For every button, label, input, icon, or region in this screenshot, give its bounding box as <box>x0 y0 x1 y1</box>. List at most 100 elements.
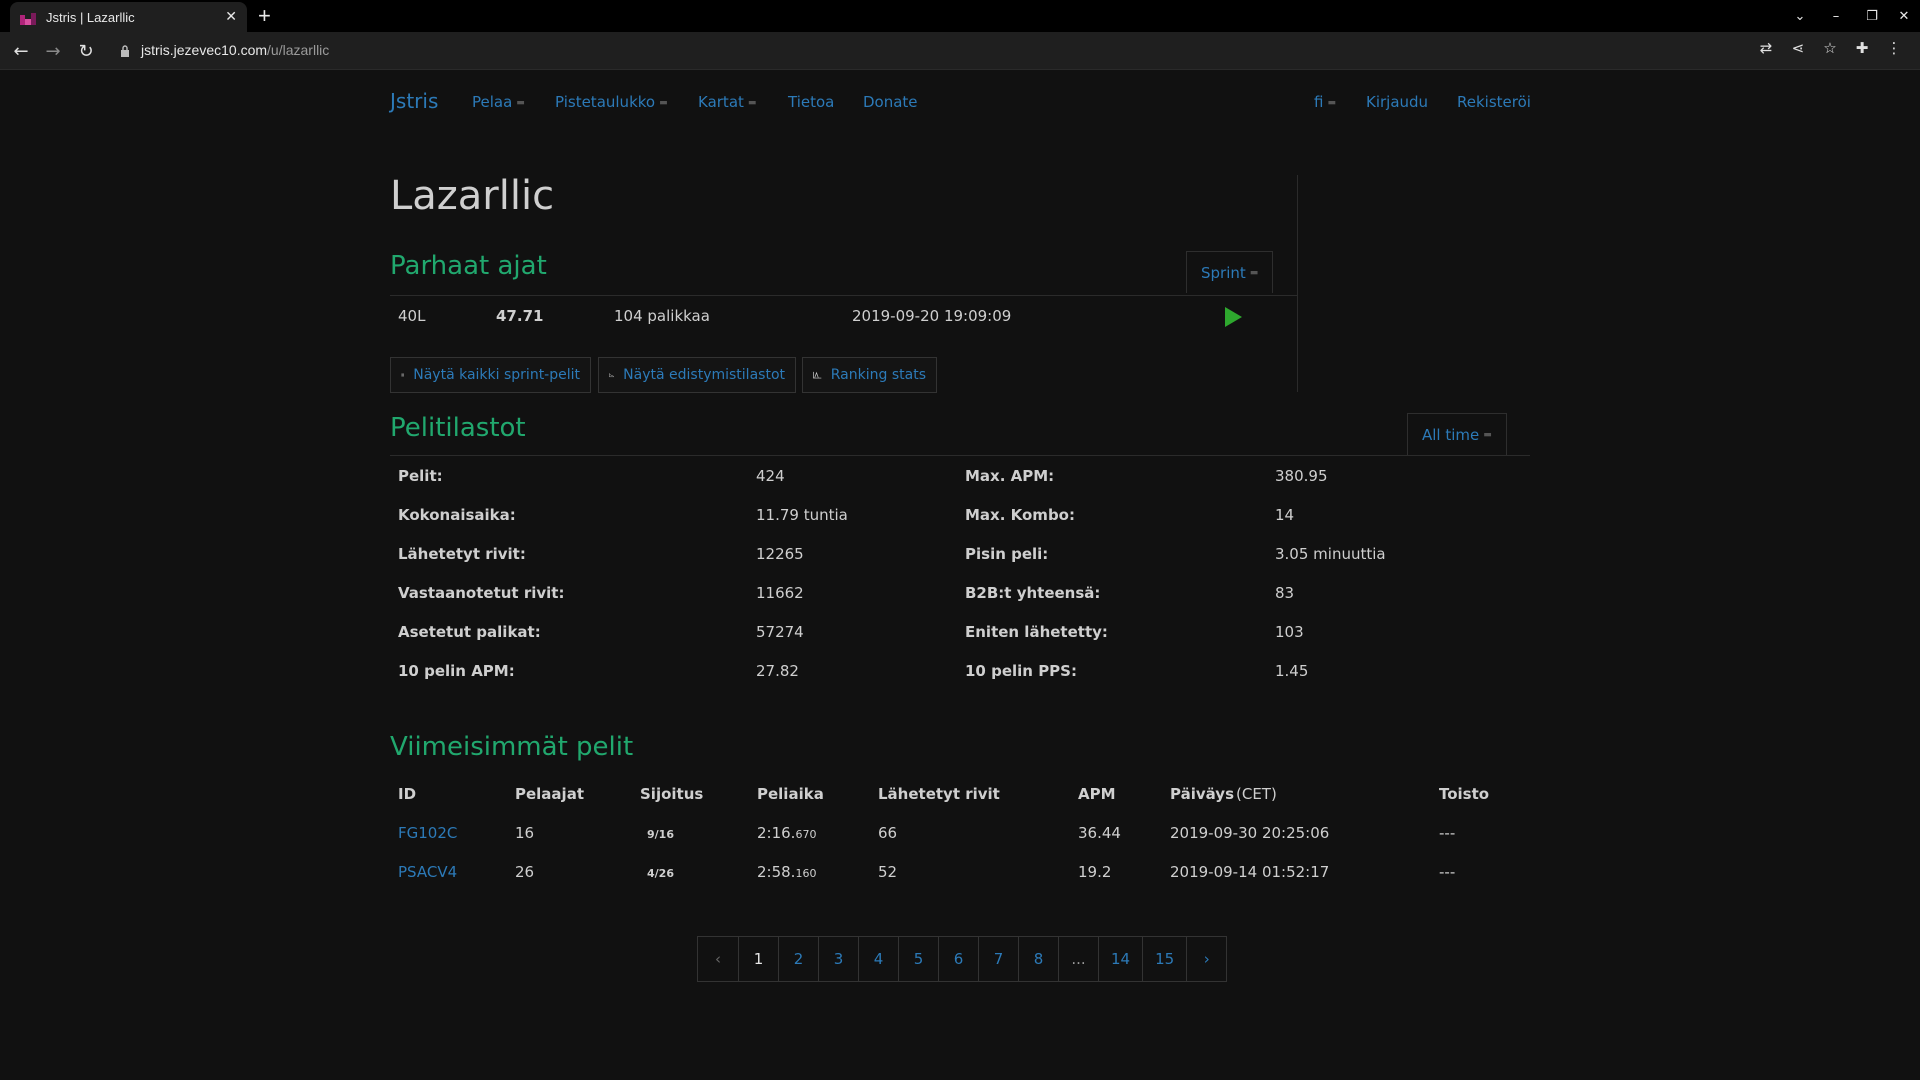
toolbar-icons: ⇄ ⋖ ☆ ✚ ⋮ <box>1750 39 1910 57</box>
restore-icon[interactable]: ❐ <box>1856 9 1888 24</box>
best-date: 2019-09-20 19:09:09 <box>852 307 1012 325</box>
address-bar-url[interactable]: jstris.jezevec10.com/u/lazarllic <box>141 42 329 58</box>
best-time: 47.71 <box>496 307 544 325</box>
nav-about[interactable]: Tietoa <box>788 93 834 111</box>
caret-down-icon: ▬ <box>1327 97 1336 108</box>
nav-maps[interactable]: Kartat ▬ <box>698 93 756 111</box>
game-apm: 19.2 <box>1078 863 1112 881</box>
caret-down-icon: ▬ <box>747 97 757 108</box>
sprint-mode-label: Sprint <box>1201 263 1246 282</box>
game-date: 2019-09-30 20:25:06 <box>1170 824 1330 842</box>
profile-username: Lazarllic <box>390 173 555 219</box>
page-6-button[interactable]: 6 <box>938 937 978 981</box>
stat-label: 10 pelin APM: <box>398 662 515 680</box>
caret-down-icon: ▬ <box>516 97 525 108</box>
page-2-button[interactable]: 2 <box>778 937 818 981</box>
share-icon[interactable]: ⋖ <box>1782 39 1814 57</box>
sprint-mode-select[interactable]: Sprint ▬ <box>1186 251 1274 293</box>
nav-donate[interactable]: Donate <box>863 93 918 111</box>
page-15-button[interactable]: 15 <box>1142 937 1186 981</box>
progress-stats-label: Näytä edistymistilastot <box>623 367 785 383</box>
game-time-ms: 670 <box>795 828 817 841</box>
back-arrow-icon[interactable]: ← <box>10 41 32 62</box>
period-select[interactable]: All time ▬ <box>1407 413 1507 455</box>
stat-label: Asetetut palikat: <box>398 623 541 641</box>
game-replay: --- <box>1439 824 1456 842</box>
stat-label: 10 pelin PPS: <box>965 662 1077 680</box>
divider <box>390 455 1530 456</box>
best-pieces: 104 palikkaa <box>614 307 710 325</box>
nav-leaderboard-label: Pistetaulukko <box>555 93 656 111</box>
brand-link[interactable]: Jstris <box>390 89 438 113</box>
browser-menu-icon[interactable]: ⋮ <box>1878 39 1910 57</box>
window-close-icon[interactable]: ✕ <box>1888 9 1920 24</box>
progress-stats-button[interactable]: Näytä edistymistilastot <box>598 357 796 393</box>
col-header: Toisto <box>1439 785 1490 803</box>
nav-maps-label: Kartat <box>698 93 744 111</box>
reload-icon[interactable]: ↻ <box>75 41 97 62</box>
bookmark-star-icon[interactable]: ☆ <box>1814 39 1846 57</box>
game-lines-sent: 66 <box>878 824 898 842</box>
extensions-puzzle-icon[interactable]: ✚ <box>1846 39 1878 57</box>
lock-icon <box>121 45 129 57</box>
col-header-timezone: (CET) <box>1236 785 1277 803</box>
tab-close-icon[interactable]: ✕ <box>225 9 237 25</box>
pagination-next-button[interactable]: › <box>1186 937 1226 981</box>
page-7-button[interactable]: 7 <box>978 937 1018 981</box>
page-5-button[interactable]: 5 <box>898 937 938 981</box>
game-time-main: 2:16. <box>757 824 796 842</box>
nav-register[interactable]: Rekisteröi <box>1457 93 1531 111</box>
page-4-button[interactable]: 4 <box>858 937 898 981</box>
stat-value: 3.05 minuuttia <box>1275 545 1386 563</box>
pagination-prev-button[interactable]: ‹ <box>698 937 738 981</box>
pagination: ‹ 1 2 3 4 5 6 7 8 ... 14 15 › <box>697 936 1228 982</box>
game-id-link[interactable]: PSACV4 <box>398 863 457 881</box>
page-14-button[interactable]: 14 <box>1098 937 1142 981</box>
divider <box>390 295 1297 296</box>
forward-arrow-icon[interactable]: → <box>42 41 64 62</box>
page-content: Jstris Pelaa ▬ Pistetaulukko ▬ Kartat ▬ Tie… <box>0 71 1920 1080</box>
stat-label: Lähetetyt rivit: <box>398 545 526 563</box>
nav-play[interactable]: Pelaa ▬ <box>472 93 525 111</box>
ranking-stats-button[interactable]: Ranking stats <box>802 357 937 393</box>
nav-play-label: Pelaa <box>472 93 513 111</box>
nav-leaderboard[interactable]: Pistetaulukko ▬ <box>555 93 668 111</box>
stats-heading: Pelitilastot <box>390 413 526 443</box>
col-header: Peliaika <box>757 785 824 803</box>
col-header: Sijoitus <box>640 785 704 803</box>
tab-search-chevron-icon[interactable]: ⌄ <box>1784 9 1816 24</box>
page-1-button[interactable]: 1 <box>738 937 778 981</box>
site-navbar: Jstris Pelaa ▬ Pistetaulukko ▬ Kartat ▬ Tie… <box>390 89 1531 115</box>
game-rank: 4/26 <box>647 867 674 880</box>
play-replay-icon[interactable] <box>1225 307 1242 327</box>
tab-title: Jstris | Lazarllic <box>46 9 135 25</box>
stat-value: 11662 <box>756 584 804 602</box>
stat-label: Max. Kombo: <box>965 506 1075 524</box>
all-sprint-games-label: Näytä kaikki sprint-pelit <box>413 367 580 383</box>
translate-icon[interactable]: ⇄ <box>1750 39 1782 57</box>
caret-down-icon: ▬ <box>1249 267 1259 278</box>
col-header: Pelaajat <box>515 785 584 803</box>
new-tab-plus-icon[interactable]: + <box>258 3 271 29</box>
stat-value: 1.45 <box>1275 662 1309 680</box>
game-lines-sent: 52 <box>878 863 898 881</box>
game-id-link[interactable]: FG102C <box>398 824 457 842</box>
list-icon <box>401 373 405 377</box>
all-sprint-games-button[interactable]: Näytä kaikki sprint-pelit <box>390 357 591 393</box>
nav-language[interactable]: fi ▬ <box>1314 93 1336 111</box>
nav-login[interactable]: Kirjaudu <box>1366 93 1428 111</box>
page-8-button[interactable]: 8 <box>1018 937 1058 981</box>
game-replay: --- <box>1439 863 1456 881</box>
stat-value: 27.82 <box>756 662 799 680</box>
stat-label: Pisin peli: <box>965 545 1049 563</box>
page-3-button[interactable]: 3 <box>818 937 858 981</box>
caret-down-icon: ▬ <box>1483 429 1492 440</box>
nav-language-label: fi <box>1314 93 1324 111</box>
col-header: Lähetetyt rivit <box>878 785 1000 803</box>
caret-down-icon: ▬ <box>659 97 668 108</box>
stat-value: 103 <box>1275 623 1304 641</box>
browser-tab[interactable]: Jstris | Lazarllic ✕ <box>10 2 247 32</box>
minimize-icon[interactable]: – <box>1816 9 1856 24</box>
game-rank: 9/16 <box>647 828 674 841</box>
stat-value: 380.95 <box>1275 467 1328 485</box>
